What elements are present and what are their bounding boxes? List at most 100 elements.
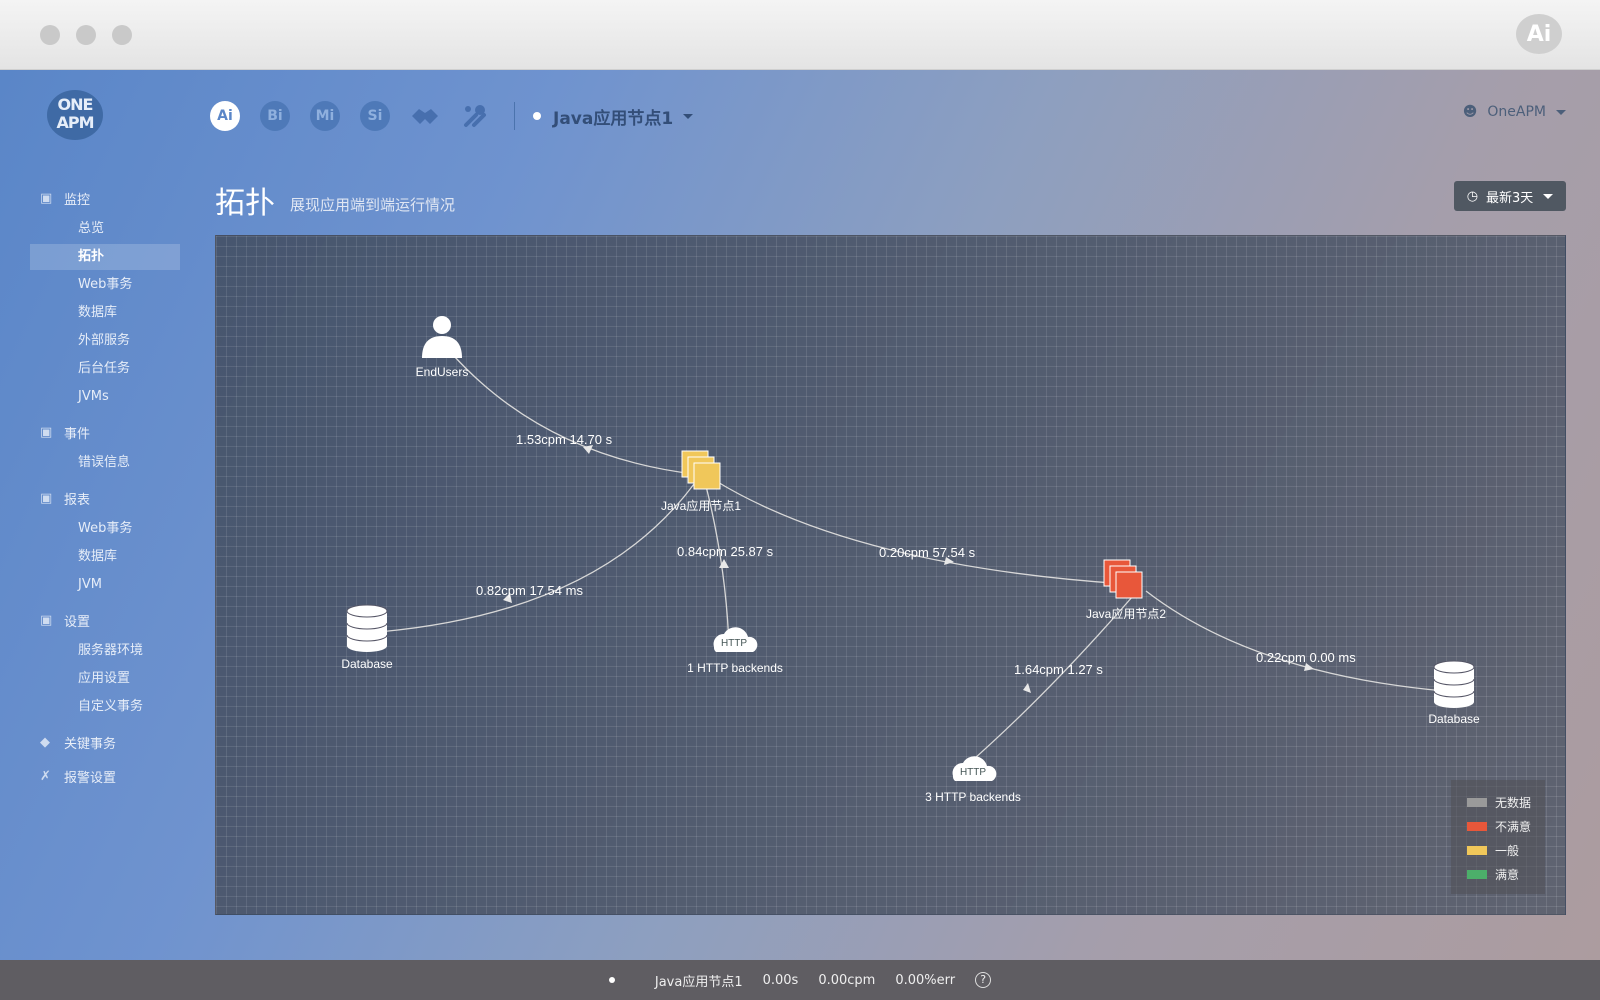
topology-graph: 1.53cpm 14.70 s 0.82cpm 17.54 ms 0.84cpm…: [341, 316, 1480, 804]
cube-icon: ▣: [40, 612, 53, 628]
mi-icon[interactable]: Mi: [310, 101, 340, 131]
sidebar-item-errors[interactable]: 错误信息: [30, 450, 180, 476]
sidebar-section-reports[interactable]: ▣ 报表: [40, 488, 180, 508]
app-body: ONE APM Ai Bi Mi Si Java应用节点1 ☻ OneAPM ▣…: [0, 70, 1600, 960]
edge-label: 0.22cpm 0.00 ms: [1256, 650, 1356, 665]
node-http-1[interactable]: HTTP 1 HTTP backends: [687, 627, 783, 675]
edge-label: 1.53cpm 14.70 s: [516, 432, 613, 447]
sidebar-item-background-tasks[interactable]: 后台任务: [30, 356, 180, 382]
handshake-icon[interactable]: [410, 101, 440, 131]
sidebar-section-key-transactions[interactable]: ◆ 关键事务: [40, 732, 180, 752]
sidebar-item-jvms[interactable]: JVMs: [30, 384, 180, 410]
time-range-dropdown[interactable]: ◷ 最新3天: [1454, 181, 1566, 211]
legend-item-nodata: 无数据: [1467, 790, 1545, 814]
svg-text:HTTP: HTTP: [721, 638, 747, 649]
sidebar-item-report-database[interactable]: 数据库: [30, 544, 180, 570]
edge-java1-java2[interactable]: [715, 480, 1127, 585]
node-label: 1 HTTP backends: [687, 661, 783, 675]
edge-java2-db2[interactable]: [1145, 590, 1457, 693]
zoom-window-button[interactable]: [112, 25, 132, 45]
legend-swatch: [1467, 821, 1487, 831]
legend-swatch: [1467, 845, 1487, 855]
chevron-down-icon: [1556, 109, 1566, 115]
user-name: OneAPM: [1487, 104, 1546, 120]
sidebar-item-report-jvm[interactable]: JVM: [30, 572, 180, 598]
sidebar-section-alert-settings[interactable]: ✗ 报警设置: [40, 766, 180, 786]
minimize-window-button[interactable]: [76, 25, 96, 45]
tools-icon[interactable]: [460, 101, 490, 131]
sidebar-item-database[interactable]: 数据库: [30, 300, 180, 326]
help-icon[interactable]: ?: [975, 972, 992, 988]
edge-java1-db1[interactable]: [365, 483, 695, 634]
topology-panel: 1.53cpm 14.70 s 0.82cpm 17.54 ms 0.84cpm…: [215, 235, 1566, 915]
edge-label: 1.64cpm 1.27 s: [1014, 662, 1103, 677]
node-database-1[interactable]: Database: [341, 604, 393, 671]
edge-label: 0.82cpm 17.54 ms: [476, 583, 583, 598]
status-dot: [533, 112, 541, 120]
status-error-rate: 0.00%err: [895, 972, 956, 988]
sidebar: ▣ 监控 总览 拓扑 Web事务 数据库 外部服务 后台任务 JVMs ▣ 事件 错…: [30, 188, 180, 794]
sidebar-item-web-transactions[interactable]: Web事务: [30, 272, 180, 298]
node-java1[interactable]: Java应用节点1: [661, 450, 741, 513]
svg-text:HTTP: HTTP: [960, 767, 986, 778]
nav-separator: [514, 102, 515, 130]
database-icon: [346, 604, 388, 652]
sidebar-item-app-settings[interactable]: 应用设置: [30, 666, 180, 692]
user-menu[interactable]: ☻ OneAPM: [1463, 104, 1566, 120]
legend-swatch: [1467, 797, 1487, 807]
legend-item-tolerable: 一般: [1467, 838, 1545, 862]
cube-icon: ▣: [40, 490, 53, 506]
sidebar-section-settings[interactable]: ▣ 设置: [40, 610, 180, 630]
tools-icon: ✗: [40, 768, 51, 784]
close-window-button[interactable]: [40, 25, 60, 45]
legend-swatch: [1467, 869, 1487, 879]
chevron-down-icon: [1543, 193, 1554, 199]
status-dot: [608, 977, 615, 983]
edge-arrow: [1023, 683, 1031, 693]
node-label: 3 HTTP backends: [925, 790, 1021, 804]
sidebar-item-overview[interactable]: 总览: [30, 216, 180, 242]
node-label: Database: [341, 657, 393, 671]
bi-icon[interactable]: Bi: [260, 101, 290, 131]
edge-java2-http3[interactable]: [965, 595, 1134, 767]
sidebar-item-custom-transactions[interactable]: 自定义事务: [30, 694, 180, 720]
cube-icon: ▣: [40, 190, 53, 206]
node-label: Java应用节点1: [661, 498, 741, 513]
edge-label: 0.20cpm 57.54 s: [879, 545, 976, 560]
edge-label: 0.84cpm 25.87 s: [677, 544, 774, 559]
page-title: 拓扑: [215, 186, 275, 221]
node-database-2[interactable]: Database: [1428, 660, 1480, 726]
sidebar-item-external-services[interactable]: 外部服务: [30, 328, 180, 354]
cube-icon: ▣: [40, 424, 53, 440]
node-endusers[interactable]: EndUsers: [416, 316, 469, 379]
ai-icon[interactable]: Ai: [210, 101, 240, 131]
sidebar-item-topology[interactable]: 拓扑: [30, 244, 180, 270]
database-icon: [1433, 660, 1475, 708]
sidebar-item-server-env[interactable]: 服务器环境: [30, 638, 180, 664]
app-selector-dropdown[interactable]: Java应用节点1: [533, 104, 694, 129]
legend-item-satisfied: 满意: [1467, 862, 1545, 886]
time-range-label: 最新3天: [1486, 190, 1534, 206]
chevron-down-icon: [683, 113, 694, 119]
si-icon[interactable]: Si: [360, 101, 390, 131]
oneapm-logo[interactable]: ONE APM: [47, 90, 103, 140]
window-titlebar: Ai: [0, 0, 1600, 70]
diamond-icon: ◆: [40, 734, 50, 750]
sidebar-section-events[interactable]: ▣ 事件: [40, 422, 180, 442]
edge-endusers-java1[interactable]: [453, 355, 695, 475]
page-subtitle: 展现应用端到端运行情况: [290, 196, 456, 214]
node-http-3[interactable]: HTTP 3 HTTP backends: [925, 756, 1021, 804]
status-response-time: 0.00s: [762, 972, 799, 988]
node-label: Java应用节点2: [1086, 606, 1166, 621]
sidebar-item-report-web-transactions[interactable]: Web事务: [30, 516, 180, 542]
status-throughput: 0.00cpm: [818, 972, 876, 988]
ai-badge-icon: Ai: [1516, 14, 1562, 54]
product-nav: Ai Bi Mi Si Java应用节点1: [210, 96, 694, 136]
node-label: EndUsers: [416, 365, 469, 379]
status-legend: 无数据 不满意 一般 满意: [1451, 780, 1545, 894]
clock-icon: ◷: [1466, 188, 1479, 204]
node-java2[interactable]: Java应用节点2: [1086, 559, 1166, 621]
sidebar-section-monitor[interactable]: ▣ 监控: [40, 188, 180, 208]
status-app-name[interactable]: Java应用节点1: [655, 971, 743, 990]
user-icon: ☻: [1462, 104, 1478, 120]
